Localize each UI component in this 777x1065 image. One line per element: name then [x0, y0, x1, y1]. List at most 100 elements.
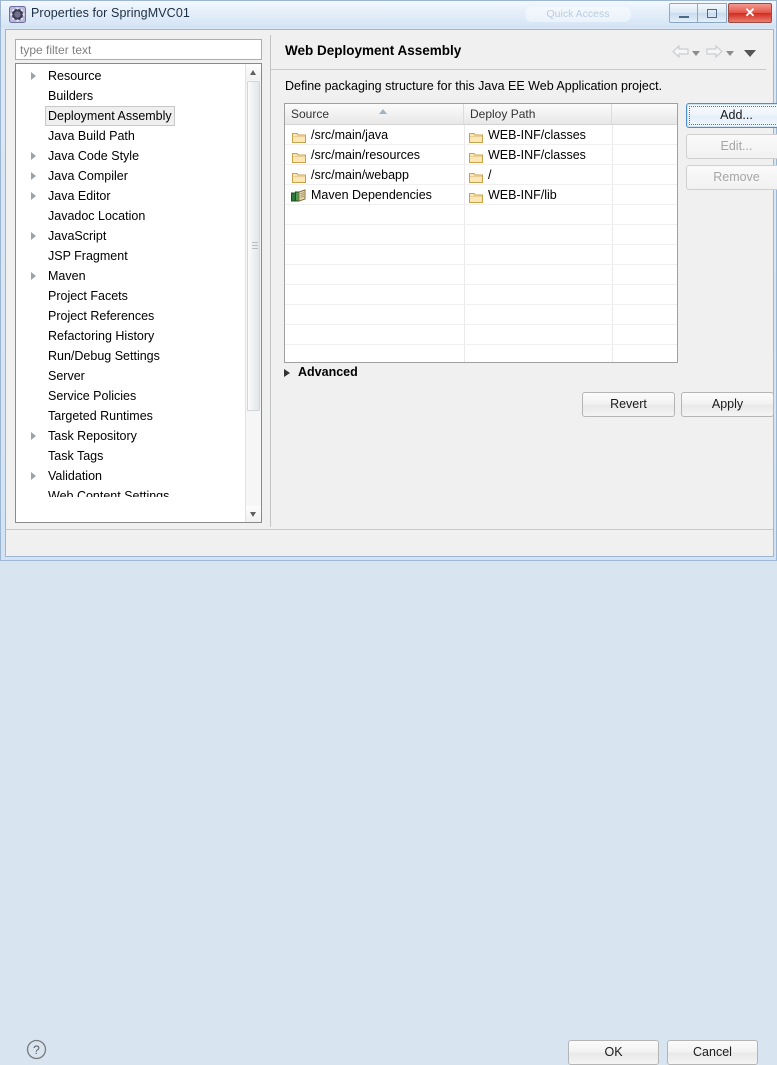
tree-item-java-editor[interactable]: Java Editor: [16, 186, 245, 206]
cancel-button[interactable]: Cancel: [667, 1040, 758, 1065]
apply-button[interactable]: Apply: [681, 392, 774, 417]
tree-item-resource[interactable]: Resource: [16, 66, 245, 86]
minimize-button[interactable]: [669, 3, 698, 23]
tree-item-project-facets[interactable]: Project Facets: [16, 286, 245, 306]
tree-item-label: Validation: [46, 466, 104, 486]
tree-scrollbar[interactable]: [245, 64, 261, 522]
cell-source: Maven Dependencies: [285, 185, 464, 205]
tree-item-javadoc-location[interactable]: Javadoc Location: [16, 206, 245, 226]
tree-item-jsp-fragment[interactable]: JSP Fragment: [16, 246, 245, 266]
scrollbar-thumb[interactable]: [247, 81, 260, 411]
close-button[interactable]: ✕: [728, 3, 772, 23]
revert-button-label: Revert: [583, 393, 674, 416]
scroll-up-button[interactable]: [246, 64, 261, 80]
table-row[interactable]: /src/main/webapp/: [285, 165, 677, 185]
tree-item-javascript[interactable]: JavaScript: [16, 226, 245, 246]
tree-item-java-build-path[interactable]: Java Build Path: [16, 126, 245, 146]
expand-triangle-icon[interactable]: [31, 432, 36, 440]
tree-item-java-compiler[interactable]: Java Compiler: [16, 166, 245, 186]
column-header-deploy-path[interactable]: Deploy Path: [464, 104, 612, 124]
column-header-source[interactable]: Source: [285, 104, 464, 124]
tree-item-builders[interactable]: Builders: [16, 86, 245, 106]
expand-triangle-icon[interactable]: [31, 472, 36, 480]
cell-deploy-path: WEB-INF/lib: [464, 185, 612, 205]
deployment-assembly-table[interactable]: Source Deploy Path /src/main/java WEB-INF…: [284, 103, 678, 363]
cell-source: /src/main/java: [285, 125, 464, 145]
ok-button[interactable]: OK: [568, 1040, 659, 1065]
tree-item-label: Task Tags: [46, 446, 105, 466]
tree-item-task-tags[interactable]: Task Tags: [16, 446, 245, 466]
tree-item-refactoring-history[interactable]: Refactoring History: [16, 326, 245, 346]
forward-menu-chevron-down-icon[interactable]: [726, 51, 734, 56]
add-button[interactable]: Add...: [686, 103, 777, 128]
cell-deploy-path: WEB-INF/classes: [464, 145, 612, 165]
apply-button-label: Apply: [682, 393, 773, 416]
tree-item-service-policies[interactable]: Service Policies: [16, 386, 245, 406]
tree-item-label: Deployment Assembly: [45, 106, 175, 126]
tree-item-web-content-settings[interactable]: Web Content Settings: [16, 486, 245, 497]
tree-item-task-repository[interactable]: Task Repository: [16, 426, 245, 446]
expand-triangle-icon[interactable]: [31, 152, 36, 160]
tree-item-label: Service Policies: [46, 386, 138, 406]
help-icon[interactable]: ?: [26, 1039, 47, 1060]
source-text: /src/main/java: [311, 128, 388, 142]
tree-item-project-references[interactable]: Project References: [16, 306, 245, 326]
cell-deploy-path: /: [464, 165, 612, 185]
tree-item-maven[interactable]: Maven: [16, 266, 245, 286]
table-row[interactable]: /src/main/java WEB-INF/classes: [285, 125, 677, 145]
title-bar: Properties for SpringMVC01 Quick Access …: [1, 1, 776, 28]
tree-item-label: Builders: [46, 86, 95, 106]
remove-button[interactable]: Remove: [686, 165, 777, 190]
back-menu-chevron-down-icon[interactable]: [692, 51, 700, 56]
folder-icon: [292, 169, 306, 180]
preference-tree[interactable]: ResourceBuildersDeployment AssemblyJava …: [15, 63, 262, 523]
folder-icon: [292, 129, 306, 140]
table-empty-row[interactable]: [285, 325, 677, 345]
tree-item-deployment-assembly[interactable]: Deployment Assembly: [16, 106, 245, 126]
table-row[interactable]: Maven DependenciesWEB-INF/lib: [285, 185, 677, 205]
expand-triangle-icon[interactable]: [31, 272, 36, 280]
tree-item-validation[interactable]: Validation: [16, 466, 245, 486]
tree-item-java-code-style[interactable]: Java Code Style: [16, 146, 245, 166]
dialog-client-area: type filter text ResourceBuildersDeploym…: [5, 29, 774, 557]
expand-triangle-icon[interactable]: [31, 72, 36, 80]
header-divider: [271, 69, 766, 70]
tree-item-label: Maven: [46, 266, 88, 286]
table-empty-row[interactable]: [285, 345, 677, 363]
table-empty-row[interactable]: [285, 305, 677, 325]
scroll-down-button[interactable]: [246, 506, 261, 522]
expand-triangle-icon[interactable]: [31, 192, 36, 200]
deploy-path-text: WEB-INF/classes: [488, 148, 586, 162]
table-empty-row[interactable]: [285, 225, 677, 245]
folder-icon: [469, 169, 483, 180]
edit-button[interactable]: Edit...: [686, 134, 777, 159]
table-empty-row[interactable]: [285, 285, 677, 305]
deploy-path-text: WEB-INF/classes: [488, 128, 586, 142]
minimize-icon: [679, 16, 689, 18]
table-row[interactable]: /src/main/resources WEB-INF/classes: [285, 145, 677, 165]
view-menu-icon[interactable]: [744, 50, 756, 57]
table-empty-row[interactable]: [285, 265, 677, 285]
tree-item-run-debug-settings[interactable]: Run/Debug Settings: [16, 346, 245, 366]
eclipse-properties-icon: [9, 6, 26, 23]
table-empty-row[interactable]: [285, 245, 677, 265]
advanced-expander[interactable]: Advanced: [284, 365, 358, 379]
revert-button[interactable]: Revert: [582, 392, 675, 417]
folder-icon: [469, 129, 483, 140]
tree-item-label: Run/Debug Settings: [46, 346, 162, 366]
back-arrow-icon[interactable]: [672, 45, 689, 61]
page-description: Define packaging structure for this Java…: [285, 79, 662, 93]
forward-arrow-icon[interactable]: [706, 45, 723, 61]
expand-triangle-icon[interactable]: [31, 232, 36, 240]
dialog-footer: ? OK Cancel: [6, 530, 773, 556]
table-empty-row[interactable]: [285, 205, 677, 225]
tree-item-targeted-runtimes[interactable]: Targeted Runtimes: [16, 406, 245, 426]
tree-item-server[interactable]: Server: [16, 366, 245, 386]
expand-triangle-icon[interactable]: [31, 172, 36, 180]
column-header-extra[interactable]: [612, 104, 678, 124]
tree-item-label: Java Code Style: [46, 146, 141, 166]
maximize-button[interactable]: [698, 3, 727, 23]
cancel-button-label: Cancel: [668, 1041, 757, 1064]
filter-input[interactable]: type filter text: [15, 39, 262, 60]
source-text: /src/main/resources: [311, 148, 420, 162]
